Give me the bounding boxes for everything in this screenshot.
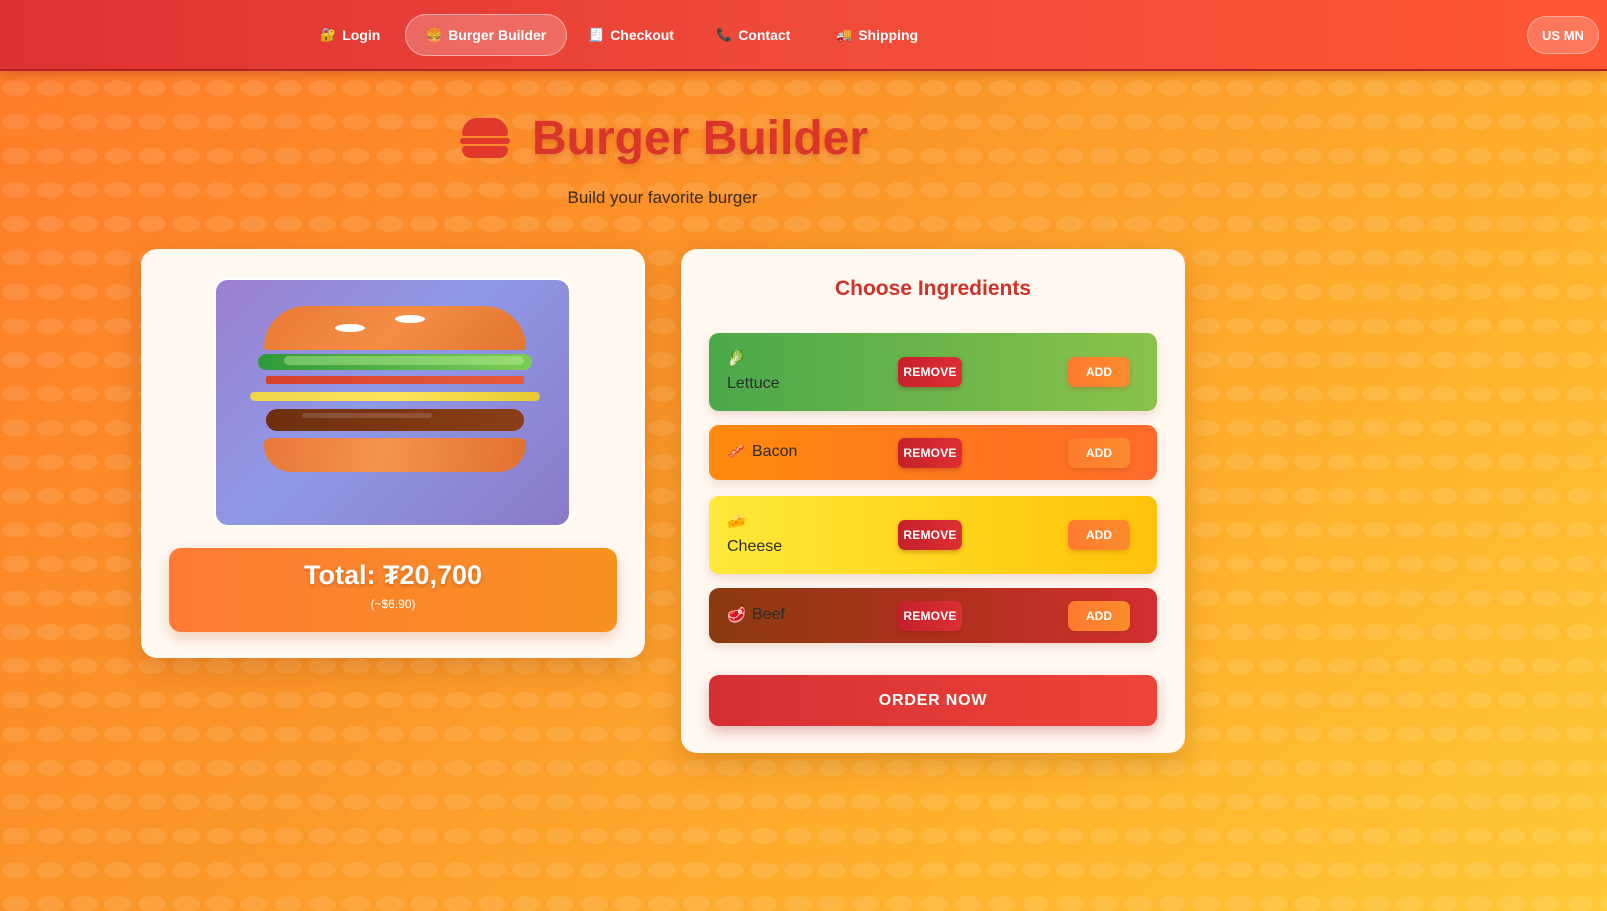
nav-item-label: Checkout bbox=[610, 27, 674, 43]
add-beef-button[interactable]: ADD bbox=[1068, 601, 1130, 631]
ingredients-card: Choose Ingredients 🥬 Lettuce REMOVE ADD … bbox=[681, 249, 1185, 753]
nav-item-shipping[interactable]: 🚚 Shipping bbox=[816, 14, 938, 56]
add-cheese-button[interactable]: ADD bbox=[1068, 520, 1130, 550]
nav-item-label: Contact bbox=[738, 27, 791, 43]
lock-icon: 🔐 bbox=[320, 27, 337, 42]
total-price-usd: (~$6.90) bbox=[370, 597, 416, 611]
ingredient-name: Bacon bbox=[752, 443, 798, 460]
ingredients-title: Choose Ingredients bbox=[834, 277, 1032, 300]
ingredient-row-bacon: 🥓 Bacon REMOVE ADD bbox=[709, 425, 1157, 480]
remove-bacon-button[interactable]: REMOVE bbox=[898, 438, 962, 468]
total-price: Total: ₮20,700 bbox=[303, 560, 483, 590]
meat-icon: 🥩 bbox=[727, 607, 746, 624]
page-subtitle: Build your favorite burger bbox=[567, 188, 758, 207]
add-lettuce-button[interactable]: ADD bbox=[1068, 357, 1130, 387]
page-title: Burger Builder bbox=[532, 111, 869, 165]
nav-item-label: Login bbox=[342, 27, 381, 43]
ingredient-row-lettuce: 🥬 Lettuce REMOVE ADD bbox=[709, 333, 1157, 411]
nav-item-burger-builder[interactable]: 🍔 Burger Builder bbox=[405, 14, 568, 56]
bun-top bbox=[264, 306, 526, 350]
bacon-layer bbox=[266, 376, 524, 384]
nav-item-label: Shipping bbox=[858, 27, 919, 43]
sesame-seed bbox=[395, 315, 425, 323]
order-now-button[interactable]: ORDER NOW bbox=[709, 675, 1157, 726]
remove-lettuce-button[interactable]: REMOVE bbox=[898, 357, 962, 387]
patty-highlight bbox=[302, 413, 432, 418]
burger-preview bbox=[214, 278, 571, 527]
ingredient-name: Lettuce bbox=[727, 375, 780, 392]
ingredient-row-cheese: 🧀 Cheese REMOVE ADD bbox=[709, 496, 1157, 574]
ingredient-name: Cheese bbox=[727, 538, 783, 555]
ingredient-name: Beef bbox=[752, 606, 785, 623]
cheese-layer bbox=[250, 392, 540, 401]
top-nav: 🔐 Login 🍔 Burger Builder 🧾 Checkout 📞 Co… bbox=[0, 0, 1607, 71]
bacon-icon: 🥓 bbox=[727, 444, 746, 461]
lettuce-icon: 🥬 bbox=[727, 350, 746, 367]
receipt-icon: 🧾 bbox=[588, 27, 605, 42]
burger-icon: 🍔 bbox=[426, 27, 443, 42]
phone-icon: 📞 bbox=[716, 27, 733, 42]
language-toggle-button[interactable]: US MN bbox=[1527, 16, 1599, 54]
cheese-icon: 🧀 bbox=[727, 513, 746, 530]
remove-cheese-button[interactable]: REMOVE bbox=[898, 520, 962, 550]
bun-bottom bbox=[264, 438, 526, 472]
page-header: Burger Builder bbox=[460, 108, 868, 168]
nav-item-label: Burger Builder bbox=[448, 27, 547, 43]
remove-beef-button[interactable]: REMOVE bbox=[898, 601, 962, 631]
nav-item-login[interactable]: 🔐 Login bbox=[300, 14, 400, 56]
truck-icon: 🚚 bbox=[836, 27, 853, 42]
burger-icon bbox=[460, 116, 510, 160]
nav-item-contact[interactable]: 📞 Contact bbox=[696, 14, 810, 56]
total-price-box: Total: ₮20,700 (~$6.90) bbox=[169, 548, 617, 632]
lettuce-highlight bbox=[284, 356, 524, 365]
ingredient-row-beef: 🥩 Beef REMOVE ADD bbox=[709, 588, 1157, 643]
add-bacon-button[interactable]: ADD bbox=[1068, 438, 1130, 468]
sesame-seed bbox=[335, 324, 365, 332]
nav-item-checkout[interactable]: 🧾 Checkout bbox=[568, 14, 694, 56]
burger-preview-card: Total: ₮20,700 (~$6.90) bbox=[141, 249, 645, 658]
